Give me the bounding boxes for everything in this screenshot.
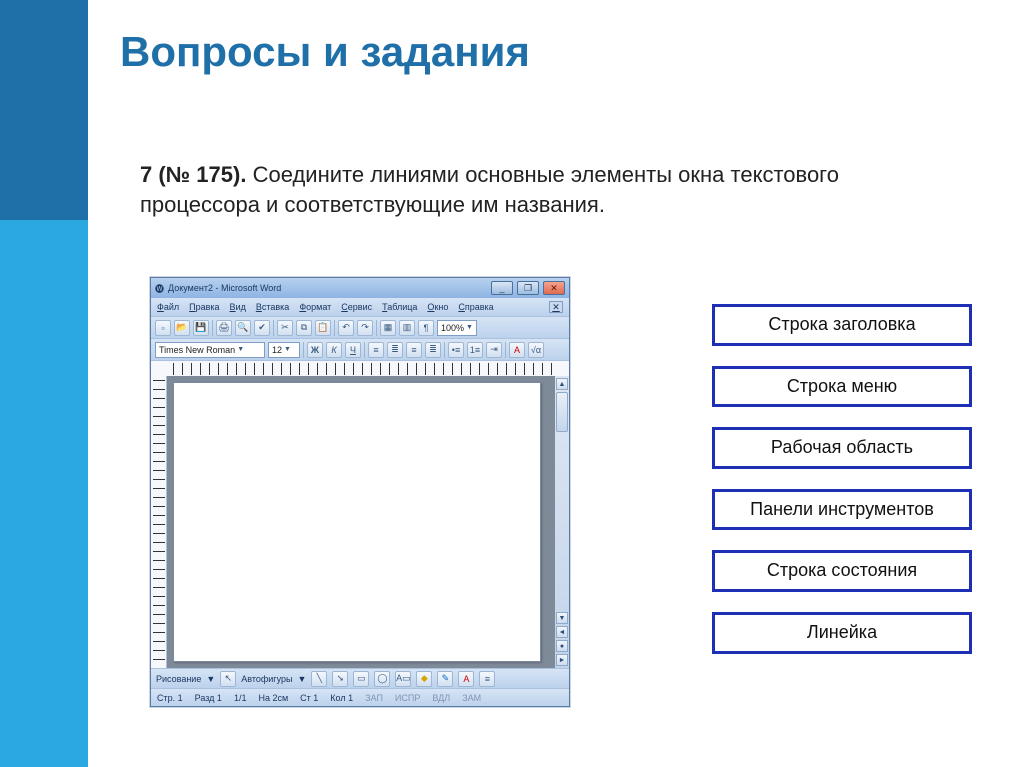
slide-title: Вопросы и задания xyxy=(120,28,530,76)
menu-window[interactable]: Окно xyxy=(427,302,448,312)
menu-view[interactable]: Вид xyxy=(230,302,246,312)
new-icon[interactable]: ▫ xyxy=(155,320,171,336)
page-area[interactable] xyxy=(167,376,555,668)
cut-icon[interactable]: ✂ xyxy=(277,320,293,336)
document-page[interactable] xyxy=(173,382,541,662)
bullets-icon[interactable]: •≡ xyxy=(448,342,464,358)
word-icon: 🅦 xyxy=(155,282,164,295)
standard-toolbar[interactable]: ▫ 📂 💾 🖨 🔍 ✔ ✂ ⧉ 📋 ↶ ↷ ▦ ▥ ¶ 100%▼ xyxy=(151,316,569,338)
status-ext: ВДЛ xyxy=(432,693,450,703)
menu-tools[interactable]: Сервис xyxy=(341,302,372,312)
menu-file[interactable]: Файл xyxy=(157,302,179,312)
open-icon[interactable]: 📂 xyxy=(174,320,190,336)
menu-insert[interactable]: Вставка xyxy=(256,302,289,312)
browse-object-icon[interactable]: ● xyxy=(556,640,568,652)
numbering-icon[interactable]: 1≡ xyxy=(467,342,483,358)
close-button[interactable]: ✕ xyxy=(543,281,565,295)
save-icon[interactable]: 💾 xyxy=(193,320,209,336)
menu-table[interactable]: Таблица xyxy=(382,302,417,312)
window-title: Документ2 - Microsoft Word xyxy=(168,283,281,293)
columns-icon[interactable]: ▥ xyxy=(399,320,415,336)
drawing-toolbar[interactable]: Рисование▼ ↖ Автофигуры▼ ╲ ➘ ▭ ◯ A▭ ◆ ✎ … xyxy=(151,668,569,688)
formatting-toolbar[interactable]: Times New Roman▼ 12▼ Ж К Ч ≡ ≣ ≡ ≣ •≡ 1≡… xyxy=(151,338,569,360)
answer-column: Строка заголовка Строка меню Рабочая обл… xyxy=(712,304,972,654)
accent-stripe xyxy=(0,0,88,767)
rect-icon[interactable]: ▭ xyxy=(353,671,369,687)
answer-box[interactable]: Рабочая область xyxy=(712,427,972,469)
bold-button[interactable]: Ж xyxy=(307,342,323,358)
prev-page-icon[interactable]: ◄ xyxy=(556,626,568,638)
status-at: На 2см xyxy=(258,693,288,703)
next-page-icon[interactable]: ► xyxy=(556,654,568,666)
spell-icon[interactable]: ✔ xyxy=(254,320,270,336)
vertical-scrollbar[interactable]: ▲ ▼ ◄ ● ► xyxy=(555,376,569,668)
undo-icon[interactable]: ↶ xyxy=(338,320,354,336)
print-icon[interactable]: 🖨 xyxy=(216,320,232,336)
drawing-label[interactable]: Рисование xyxy=(156,674,201,684)
horizontal-ruler[interactable] xyxy=(151,360,569,376)
align-left-icon[interactable]: ≡ xyxy=(368,342,384,358)
italic-button[interactable]: К xyxy=(326,342,342,358)
scroll-thumb[interactable] xyxy=(556,392,568,432)
scroll-down-icon[interactable]: ▼ xyxy=(556,612,568,624)
titlebar[interactable]: 🅦 Документ2 - Microsoft Word _ ❐ ✕ xyxy=(151,278,569,298)
minimize-button[interactable]: _ xyxy=(491,281,513,295)
task-prompt: 7 (№ 175). Соедините линиями основные эл… xyxy=(140,160,840,219)
answer-box[interactable]: Панели инструментов xyxy=(712,489,972,531)
status-trk: ИСПР xyxy=(395,693,420,703)
menubar[interactable]: Файл Правка Вид Вставка Формат Сервис Та… xyxy=(151,298,569,316)
redo-icon[interactable]: ↷ xyxy=(357,320,373,336)
vertical-ruler[interactable] xyxy=(151,376,167,668)
size-combo[interactable]: 12▼ xyxy=(268,342,300,358)
menu-format[interactable]: Формат xyxy=(299,302,331,312)
justify-icon[interactable]: ≣ xyxy=(425,342,441,358)
line-icon[interactable]: ╲ xyxy=(311,671,327,687)
paste-icon[interactable]: 📋 xyxy=(315,320,331,336)
scroll-up-icon[interactable]: ▲ xyxy=(556,378,568,390)
table-icon[interactable]: ▦ xyxy=(380,320,396,336)
word-window: 🅦 Документ2 - Microsoft Word _ ❐ ✕ Файл … xyxy=(150,277,570,707)
arrow-icon[interactable]: ➘ xyxy=(332,671,348,687)
font-color-icon[interactable]: A xyxy=(509,342,525,358)
preview-icon[interactable]: 🔍 xyxy=(235,320,251,336)
document-close-button[interactable]: ✕ xyxy=(549,301,563,313)
menu-help[interactable]: Справка xyxy=(458,302,493,312)
status-page: Стр. 1 xyxy=(157,693,183,703)
answer-box[interactable]: Строка меню xyxy=(712,366,972,408)
line-color-icon[interactable]: ✎ xyxy=(437,671,453,687)
task-number: 7 (№ 175). xyxy=(140,162,246,187)
paragraph-icon[interactable]: ¶ xyxy=(418,320,434,336)
textbox-icon[interactable]: A▭ xyxy=(395,671,411,687)
work-area: ▲ ▼ ◄ ● ► xyxy=(151,376,569,668)
status-rec: ЗАП xyxy=(365,693,383,703)
underline-button[interactable]: Ч xyxy=(345,342,361,358)
font-color2-icon[interactable]: A xyxy=(458,671,474,687)
status-col: Кол 1 xyxy=(330,693,353,703)
copy-icon[interactable]: ⧉ xyxy=(296,320,312,336)
autoshapes-label[interactable]: Автофигуры xyxy=(241,674,292,684)
align-right-icon[interactable]: ≡ xyxy=(406,342,422,358)
statusbar: Стр. 1 Разд 1 1/1 На 2см Ст 1 Кол 1 ЗАП … xyxy=(151,688,569,706)
maximize-button[interactable]: ❐ xyxy=(517,281,539,295)
fill-color-icon[interactable]: ◆ xyxy=(416,671,432,687)
menu-edit[interactable]: Правка xyxy=(189,302,219,312)
status-line: Ст 1 xyxy=(300,693,318,703)
font-combo[interactable]: Times New Roman▼ xyxy=(155,342,265,358)
indent-icon[interactable]: ⇥ xyxy=(486,342,502,358)
accent-stripe-top xyxy=(0,0,88,220)
status-pages: 1/1 xyxy=(234,693,247,703)
accent-stripe-bottom xyxy=(0,220,88,767)
answer-box[interactable]: Строка заголовка xyxy=(712,304,972,346)
line-style-icon[interactable]: ≡ xyxy=(479,671,495,687)
answer-box[interactable]: Линейка xyxy=(712,612,972,654)
answer-box[interactable]: Строка состояния xyxy=(712,550,972,592)
select-icon[interactable]: ↖ xyxy=(220,671,236,687)
align-center-icon[interactable]: ≣ xyxy=(387,342,403,358)
equation-icon[interactable]: √α xyxy=(528,342,544,358)
status-ovr: ЗАМ xyxy=(462,693,481,703)
zoom-combo[interactable]: 100%▼ xyxy=(437,320,477,336)
oval-icon[interactable]: ◯ xyxy=(374,671,390,687)
status-section: Разд 1 xyxy=(195,693,222,703)
